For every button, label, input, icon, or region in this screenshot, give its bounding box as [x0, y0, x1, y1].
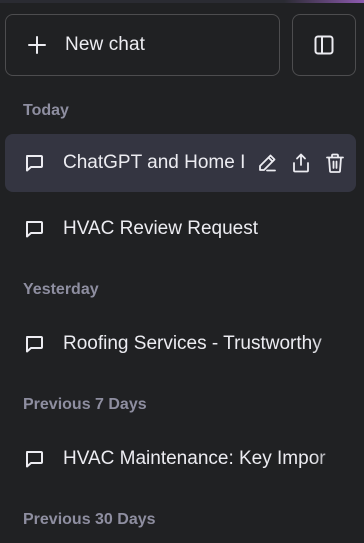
- section-title-today: Today: [23, 102, 69, 119]
- chat-bubble-icon: [23, 448, 45, 470]
- chat-item[interactable]: Roofing Services - Trustworthy: [5, 315, 356, 373]
- chat-item-title: ChatGPT and Home I: [63, 152, 246, 173]
- sidebar-toggle-icon: [313, 34, 335, 56]
- chat-bubble-icon: [23, 218, 45, 240]
- chat-item-title: HVAC Review Request: [63, 218, 259, 239]
- toggle-sidebar-button[interactable]: [292, 14, 356, 76]
- section-title-previous-7-days: Previous 7 Days: [23, 396, 147, 413]
- section-title-yesterday: Yesterday: [23, 281, 99, 298]
- chat-item-title: HVAC Maintenance: Key Impor: [63, 448, 326, 469]
- chat-item-actions: [256, 152, 346, 174]
- chat-item[interactable]: HVAC Review Request: [5, 200, 356, 258]
- chat-item-title: Roofing Services - Trustworthy: [63, 333, 322, 354]
- new-chat-button[interactable]: New chat: [5, 14, 280, 76]
- chat-bubble-icon: [23, 152, 45, 174]
- chat-item[interactable]: HVAC Maintenance: Key Impor: [5, 430, 356, 488]
- chat-item[interactable]: ChatGPT and Home I: [5, 134, 356, 192]
- share-icon[interactable]: [290, 152, 312, 174]
- chat-bubble-icon: [23, 333, 45, 355]
- pencil-icon[interactable]: [256, 152, 278, 174]
- chat-history-sidebar: New chat Today ChatGPT and Home I HVAC R…: [0, 0, 364, 543]
- section-title-previous-30-days: Previous 30 Days: [23, 511, 156, 528]
- trash-icon[interactable]: [324, 152, 346, 174]
- plus-icon: [26, 34, 48, 56]
- new-chat-label: New chat: [65, 34, 146, 55]
